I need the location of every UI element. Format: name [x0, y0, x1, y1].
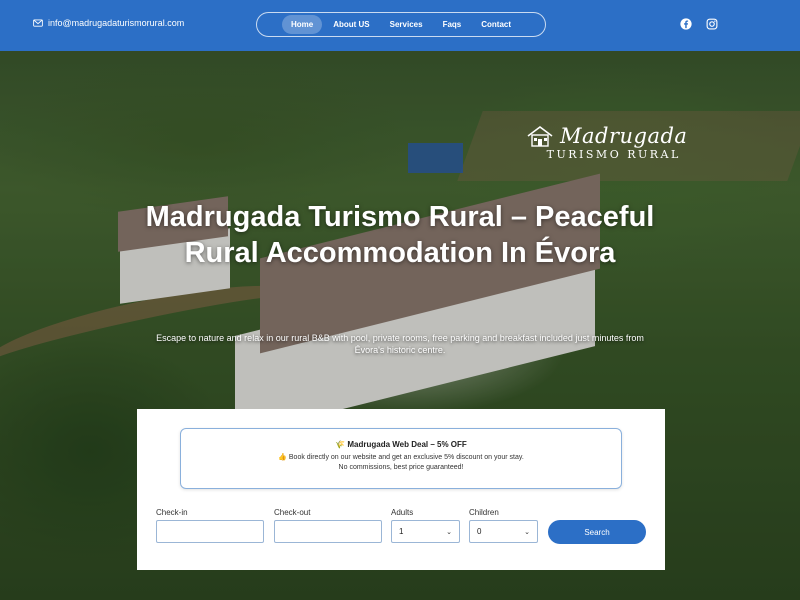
booking-card: 🌾 Madrugada Web Deal – 5% OFF 👍 Book dir…: [137, 409, 665, 570]
children-group: Children 0 ⌄: [469, 508, 538, 543]
email-text: info@madrugadaturismorural.com: [48, 18, 185, 28]
top-bar: info@madrugadaturismorural.com Home Abou…: [0, 0, 800, 51]
instagram-icon[interactable]: [706, 17, 718, 30]
adults-group: Adults 1 ⌄: [391, 508, 460, 543]
nav-about-us[interactable]: About US: [324, 15, 378, 34]
children-value: 0: [477, 527, 482, 536]
facebook-icon[interactable]: [680, 17, 692, 30]
nav-contact[interactable]: Contact: [472, 15, 520, 34]
checkin-group: Check-in: [156, 508, 264, 543]
deal-guarantee: No commissions, best price guaranteed!: [338, 464, 464, 471]
deal-description: 👍 Book directly on our website and get a…: [278, 454, 524, 461]
search-button[interactable]: Search: [548, 520, 646, 544]
adults-select[interactable]: 1 ⌄: [391, 520, 460, 543]
nav-services[interactable]: Services: [381, 15, 432, 34]
deal-banner: 🌾 Madrugada Web Deal – 5% OFF 👍 Book dir…: [180, 428, 622, 489]
chevron-down-icon: ⌄: [524, 528, 530, 536]
hero-subtitle: Escape to nature and relax in our rural …: [156, 333, 644, 355]
children-select[interactable]: 0 ⌄: [469, 520, 538, 543]
deal-title: 🌾 Madrugada Web Deal – 5% OFF: [335, 440, 467, 449]
logo-subtitle: TURISMO RURAL: [546, 148, 681, 161]
checkin-input[interactable]: [156, 520, 264, 543]
children-label: Children: [469, 508, 499, 517]
social-links: [680, 17, 718, 30]
checkout-label: Check-out: [274, 508, 311, 517]
main-nav: Home About US Services Faqs Contact: [256, 12, 546, 37]
checkout-input[interactable]: [274, 520, 382, 543]
contact-email[interactable]: info@madrugadaturismorural.com: [33, 18, 184, 28]
nav-faqs[interactable]: Faqs: [434, 15, 471, 34]
adults-value: 1: [399, 527, 404, 536]
site-logo[interactable]: Madrugada TURISMO RURAL: [526, 124, 687, 161]
mail-icon: [33, 19, 43, 27]
adults-label: Adults: [391, 508, 414, 517]
logo-script: Madrugada: [560, 124, 688, 148]
chevron-down-icon: ⌄: [446, 528, 452, 536]
checkout-group: Check-out: [274, 508, 382, 543]
checkin-label: Check-in: [156, 508, 188, 517]
house-icon: [527, 126, 553, 147]
nav-home[interactable]: Home: [281, 15, 323, 34]
hero-title: Madrugada Turismo Rural – Peaceful Rural…: [145, 201, 655, 269]
